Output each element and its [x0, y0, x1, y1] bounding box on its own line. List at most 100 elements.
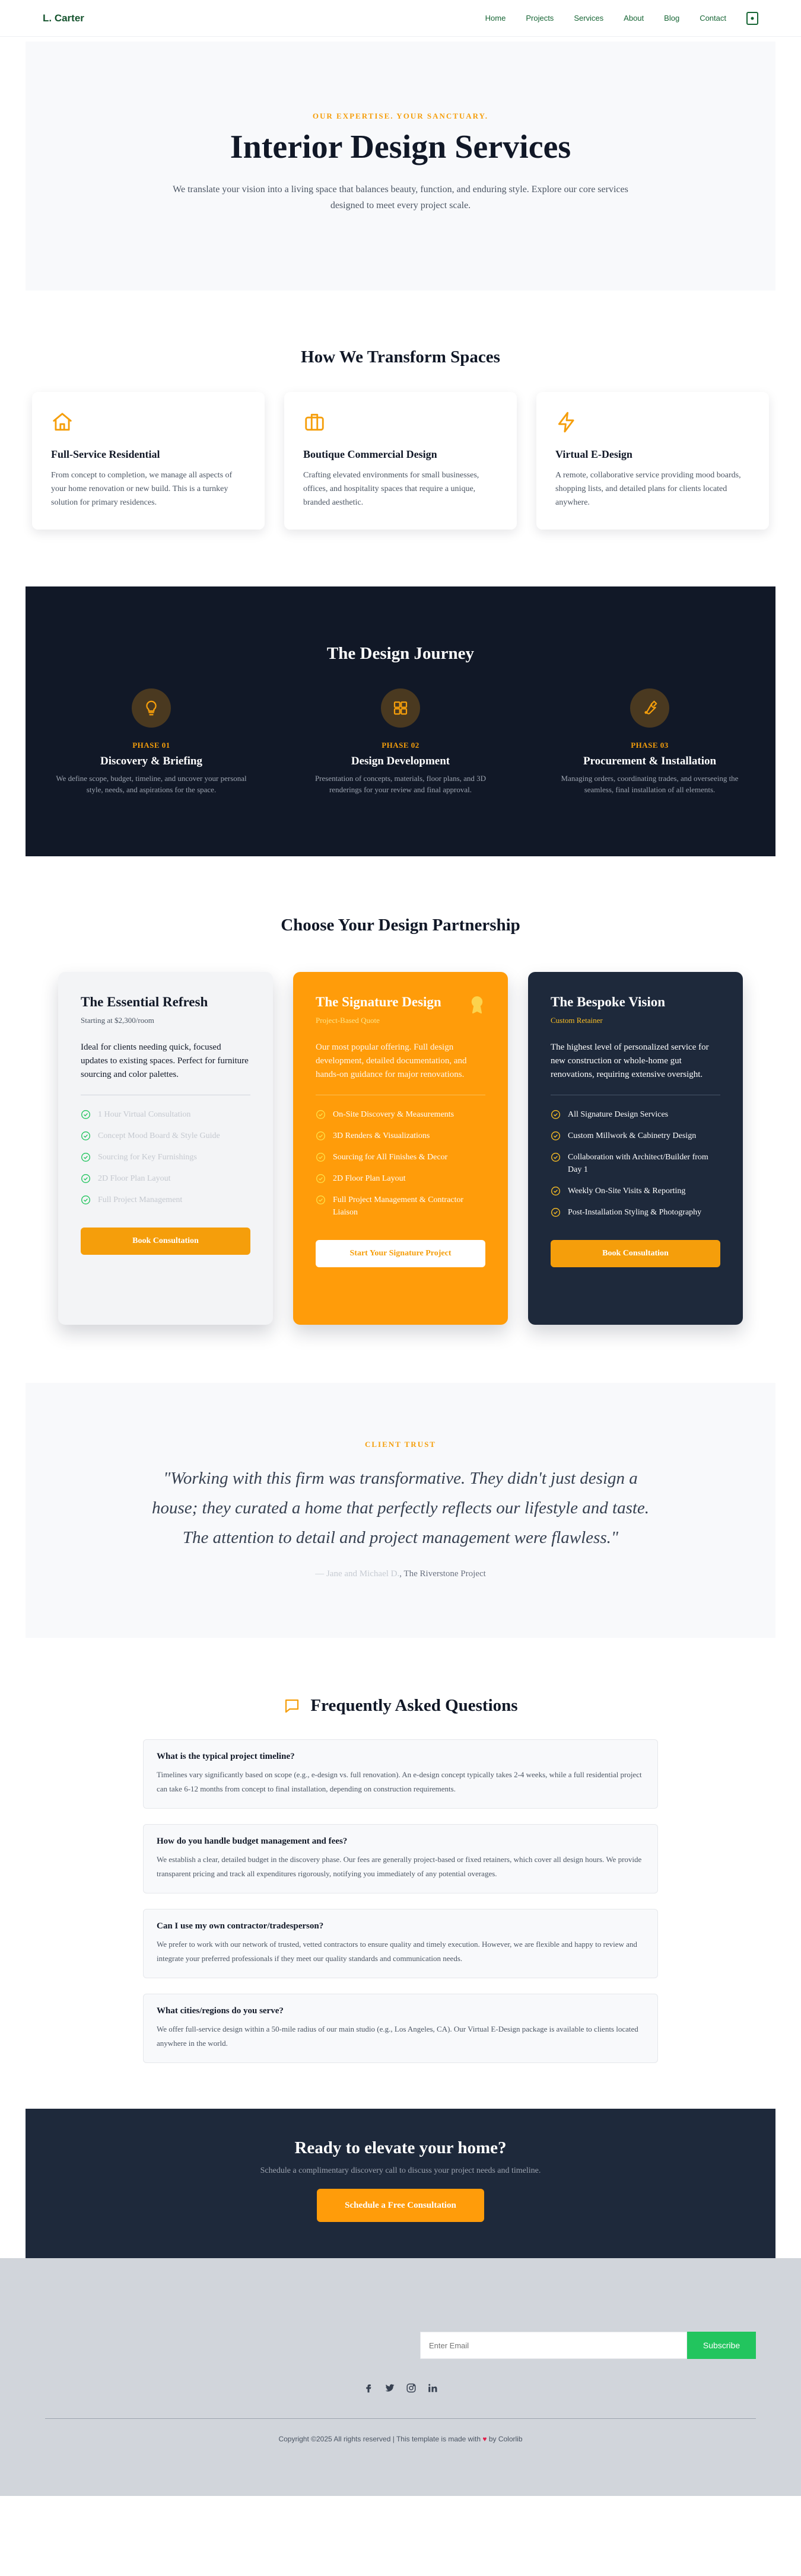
testimonial-eyebrow: CLIENT TRUST: [365, 1440, 436, 1449]
faq-item[interactable]: What is the typical project timeline? Ti…: [143, 1739, 658, 1809]
book-consultation-button[interactable]: Book Consultation: [551, 1240, 720, 1267]
plan-feature: All Signature Design Services: [551, 1108, 720, 1121]
plan-title: The Bespoke Vision: [551, 994, 665, 1009]
faq-item[interactable]: Can I use my own contractor/tradesperson…: [143, 1909, 658, 1978]
copyright: Copyright ©2025 All rights reserved | Th…: [278, 2435, 523, 2443]
step-phase: PHASE 03: [631, 741, 669, 750]
nav-link-services[interactable]: Services: [574, 14, 603, 23]
plan-description: The highest level of personalized servic…: [551, 1042, 709, 1079]
shopping-bag-icon[interactable]: [746, 11, 758, 25]
email-input[interactable]: [420, 2332, 687, 2359]
award-icon: [471, 996, 483, 1014]
services-title: How We Transform Spaces: [301, 347, 500, 366]
plan-title: The Essential Refresh: [81, 994, 208, 1009]
grid-icon: [381, 688, 420, 728]
check-circle-icon: [551, 1187, 560, 1195]
hero-eyebrow: OUR EXPERTISE. YOUR SANCTUARY.: [312, 111, 489, 120]
step-title: Design Development: [351, 755, 450, 767]
service-card: Full-Service Residential From concept to…: [32, 392, 265, 530]
plan-feature: Collaboration with Architect/Builder fro…: [551, 1151, 720, 1176]
check-circle-icon: [551, 1208, 560, 1217]
page-title: Interior Design Services: [230, 129, 571, 165]
faq-question: How do you handle budget management and …: [157, 1837, 348, 1846]
faq-item[interactable]: What cities/regions do you serve? We off…: [143, 1994, 658, 2063]
cta-title: Ready to elevate your home?: [294, 2138, 507, 2157]
plan-feature: Full Project Management: [81, 1194, 250, 1206]
plan-price: Project-Based Quote: [316, 1016, 380, 1025]
testimonial-quote: "Working with this firm was transformati…: [151, 1469, 650, 1547]
testimonial-cite: — Jane and Michael D., The Riverstone Pr…: [26, 1569, 775, 1579]
nav-link-home[interactable]: Home: [485, 14, 506, 23]
check-circle-icon: [316, 1110, 325, 1119]
service-title: Full-Service Residential: [51, 448, 160, 460]
linkedin-icon[interactable]: [427, 2383, 438, 2393]
plan-feature: Full Project Management & Contractor Lia…: [316, 1194, 485, 1219]
start-signature-project-button[interactable]: Start Your Signature Project: [316, 1240, 485, 1267]
step-phase: PHASE 02: [382, 741, 419, 750]
plan-feature: 3D Renders & Visualizations: [316, 1130, 485, 1142]
facebook-icon[interactable]: [363, 2383, 374, 2393]
faq-answer: We offer full-service design within a 50…: [157, 2025, 638, 2048]
instagram-icon[interactable]: [406, 2383, 417, 2393]
plan-title: The Signature Design: [316, 994, 441, 1009]
check-circle-icon: [81, 1174, 90, 1183]
nav-link-about[interactable]: About: [624, 14, 644, 23]
wrench-icon: [630, 688, 669, 728]
chat-icon: [285, 1699, 299, 1713]
newsletter-form: Subscribe: [0, 2332, 801, 2359]
subscribe-button[interactable]: Subscribe: [687, 2332, 756, 2359]
check-circle-icon: [81, 1153, 90, 1162]
service-title: Virtual E-Design: [555, 448, 632, 460]
journey-step: PHASE 03 Procurement & Installation Mana…: [549, 688, 751, 795]
faq-answer: Timelines vary significantly based on sc…: [157, 1770, 642, 1793]
heart-icon: ♥: [482, 2435, 487, 2443]
service-text: A remote, collaborative service providin…: [555, 471, 741, 507]
check-circle-icon: [316, 1153, 325, 1162]
plan-description: Ideal for clients needing quick, focused…: [81, 1042, 249, 1079]
service-card: Boutique Commercial Design Crafting elev…: [284, 392, 517, 530]
check-circle-icon: [81, 1195, 90, 1204]
check-circle-icon: [551, 1110, 560, 1119]
plan-feature: 2D Floor Plan Layout: [81, 1172, 250, 1185]
testimonial-project: , The Riverstone Project: [399, 1569, 486, 1579]
plan-price: Custom Retainer: [551, 1016, 603, 1025]
faq-answer: We prefer to work with our network of tr…: [157, 1940, 637, 1963]
plan-card-essential: The Essential Refresh Starting at $2,300…: [58, 972, 273, 1325]
hero-section: OUR EXPERTISE. YOUR SANCTUARY. Interior …: [26, 42, 775, 291]
nav-link-blog[interactable]: Blog: [664, 14, 679, 23]
brand-logo[interactable]: L. Carter: [43, 12, 84, 24]
step-title: Procurement & Installation: [583, 755, 717, 767]
faq-answer: We establish a clear, detailed budget in…: [157, 1855, 642, 1878]
service-text: From concept to completion, we manage al…: [51, 471, 233, 507]
step-text: Presentation of concepts, materials, flo…: [314, 774, 487, 794]
plan-price: Starting at $2,300/room: [81, 1016, 154, 1025]
step-phase: PHASE 01: [132, 741, 170, 750]
check-circle-icon: [551, 1153, 560, 1162]
journey-step: PHASE 01 Discovery & Briefing We define …: [50, 688, 252, 795]
faq-question: Can I use my own contractor/tradesperson…: [157, 1921, 324, 1931]
nav-link-contact[interactable]: Contact: [700, 14, 726, 23]
plan-feature: On-Site Discovery & Measurements: [316, 1108, 485, 1121]
faq-item[interactable]: How do you handle budget management and …: [143, 1824, 658, 1893]
services-section: How We Transform Spaces Full-Service Res…: [0, 291, 801, 530]
plan-card-bespoke: The Bespoke Vision Custom Retainer The h…: [528, 972, 743, 1325]
cta-text: Schedule a complimentary discovery call …: [260, 2166, 541, 2175]
journey-title: The Design Journey: [326, 644, 475, 663]
step-text: Managing orders, coordinating trades, an…: [561, 774, 739, 794]
nav-links: Home Projects Services About Blog Contac…: [485, 11, 758, 25]
twitter-icon[interactable]: [384, 2383, 395, 2393]
plan-feature: Custom Millwork & Cabinetry Design: [551, 1130, 720, 1142]
book-consultation-button[interactable]: Book Consultation: [81, 1228, 250, 1255]
design-journey-section: The Design Journey PHASE 01 Discovery & …: [26, 586, 775, 856]
pricing-section: Choose Your Design Partnership The Essen…: [0, 856, 801, 1325]
service-text: Crafting elevated environments for small…: [303, 471, 479, 507]
nav-link-projects[interactable]: Projects: [526, 14, 554, 23]
top-nav: L. Carter Home Projects Services About B…: [0, 0, 801, 37]
lightbulb-icon: [132, 688, 171, 728]
footer-divider: [45, 2418, 756, 2419]
check-circle-icon: [81, 1110, 90, 1119]
service-title: Boutique Commercial Design: [303, 448, 437, 460]
schedule-consultation-button[interactable]: Schedule a Free Consultation: [317, 2189, 484, 2222]
plan-card-signature: The Signature Design Project-Based Quote…: [293, 972, 508, 1325]
home-icon: [51, 411, 246, 436]
